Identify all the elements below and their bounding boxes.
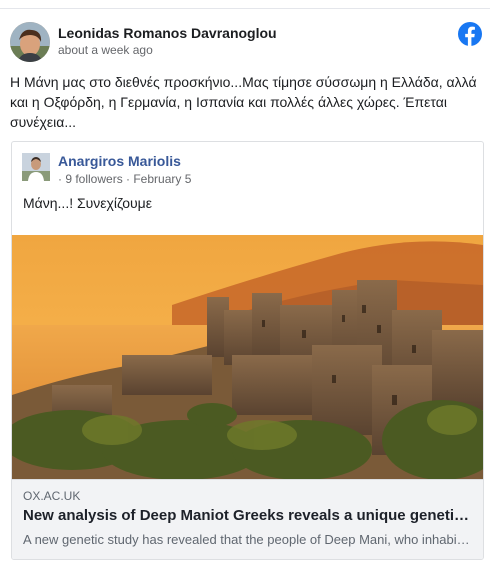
shared-post-text: Μάνη...! Συνεχίζουμε — [23, 195, 152, 211]
author-name[interactable]: Leonidas Romanos Davranoglou — [58, 25, 277, 41]
shared-post-meta: · 9 followers · February 5 — [58, 172, 192, 186]
post-header: Leonidas Romanos Davranoglou about a wee… — [10, 22, 486, 62]
facebook-icon[interactable] — [458, 22, 482, 46]
link-description: A new genetic study has revealed that th… — [23, 532, 473, 547]
link-title[interactable]: New analysis of Deep Maniot Greeks revea… — [23, 507, 473, 524]
post-timestamp[interactable]: about a week ago — [58, 43, 153, 57]
post-text: Η Μάνη μας στο διεθνές προσκήνιο...Μας τ… — [10, 74, 477, 130]
top-divider — [0, 8, 490, 9]
link-preview-footer[interactable]: OX.AC.UK New analysis of Deep Maniot Gre… — [12, 479, 483, 559]
link-preview-image[interactable] — [12, 235, 483, 479]
shared-post-header: Anargiros Mariolis · 9 followers · Febru… — [22, 153, 472, 186]
avatar[interactable] — [10, 22, 50, 62]
link-domain: OX.AC.UK — [23, 489, 81, 503]
shared-post-card[interactable]: Anargiros Mariolis · 9 followers · Febru… — [11, 141, 484, 560]
shared-avatar[interactable] — [22, 153, 50, 181]
shared-author-name[interactable]: Anargiros Mariolis — [58, 153, 181, 169]
